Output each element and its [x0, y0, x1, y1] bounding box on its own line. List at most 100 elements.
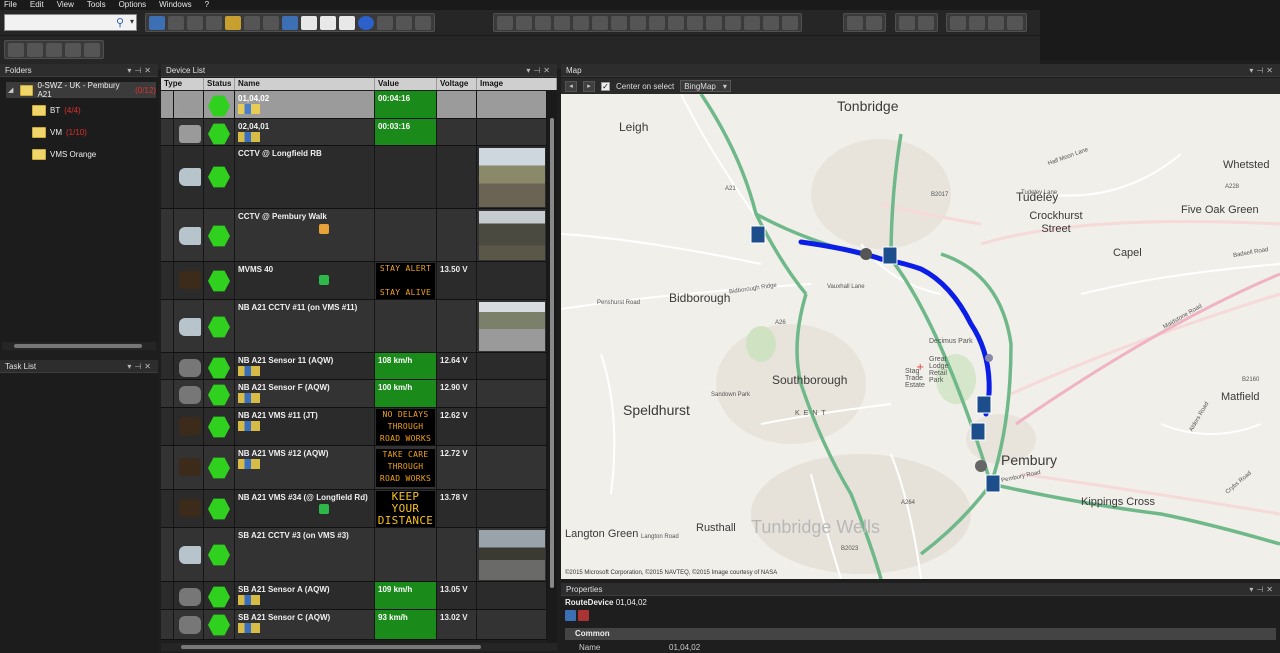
map-canvas[interactable]: + Tonbridge Leigh Tudeley Crockhurst Str…: [561, 94, 1280, 579]
search-icon[interactable]: ⚲: [116, 16, 124, 29]
misc-icon-2[interactable]: [969, 15, 985, 30]
table-row[interactable]: MVMS 40 STAY ALERT STAY ALIVE 13.50 V: [161, 262, 547, 300]
device-list-vscrollbar[interactable]: [547, 91, 557, 643]
globe-icon[interactable]: [358, 15, 374, 30]
tool-icon-2[interactable]: [27, 42, 43, 57]
report-icon-4[interactable]: [554, 15, 570, 30]
column-image[interactable]: Image: [477, 78, 557, 90]
menu-file[interactable]: File: [4, 0, 17, 10]
report-icon-10[interactable]: [668, 15, 684, 30]
folders-scrollbar[interactable]: [2, 342, 156, 350]
view-icon-2[interactable]: [866, 15, 882, 30]
report-icon-6[interactable]: [592, 15, 608, 30]
menu-windows[interactable]: Windows: [159, 0, 191, 10]
document-icon[interactable]: [320, 15, 336, 30]
gauge-icon[interactable]: [415, 15, 431, 30]
menu-options[interactable]: Options: [119, 0, 147, 10]
search-input[interactable]: [5, 15, 115, 30]
camera-snapshot[interactable]: [479, 148, 545, 207]
misc-icon-3[interactable]: [988, 15, 1004, 30]
camera-snapshot[interactable]: [479, 530, 545, 580]
property-row[interactable]: Name 01,04,02: [565, 641, 1276, 653]
camera-tool-icon[interactable]: [168, 15, 184, 30]
network-tool-icon[interactable]: [206, 15, 222, 30]
report-icon-8[interactable]: [630, 15, 646, 30]
search-box[interactable]: ⚲ ▾: [4, 14, 137, 31]
chevron-down-icon[interactable]: ▾: [130, 17, 134, 26]
camera-snapshot[interactable]: [479, 302, 545, 351]
table-row[interactable]: NB A21 Sensor F (AQW) 100 km/h 12.90 V: [161, 380, 547, 408]
table-row[interactable]: NB A21 CCTV #11 (on VMS #11): [161, 300, 547, 353]
table-row[interactable]: SB A21 Sensor C (AQW) 93 km/h 13.02 V: [161, 610, 547, 640]
device-list-hscrollbar[interactable]: [161, 643, 557, 651]
menu-edit[interactable]: Edit: [30, 0, 44, 10]
folder-item-vm[interactable]: VM (1/10): [32, 124, 87, 140]
table-row[interactable]: NB A21 Sensor 11 (AQW) 108 km/h 12.64 V: [161, 353, 547, 380]
tool-icon-4[interactable]: [65, 42, 81, 57]
table-row[interactable]: CCTV @ Longfield RB: [161, 146, 547, 209]
panel-controls-icon[interactable]: ▾⊣✕: [1249, 64, 1276, 77]
table-row[interactable]: 02,04,01 00:03:16: [161, 119, 547, 146]
table-row[interactable]: SB A21 Sensor A (AQW) 109 km/h 13.05 V: [161, 582, 547, 610]
folder-root[interactable]: ◢ 0-SWZ - UK - Pembury A21 (0/12): [6, 81, 156, 99]
table-row[interactable]: NB A21 VMS #12 (AQW) TAKE CARE THROUGH R…: [161, 446, 547, 490]
tool-icon-3[interactable]: [46, 42, 62, 57]
center-on-select-checkbox[interactable]: ✓: [601, 81, 610, 91]
tool-icon-5[interactable]: [84, 42, 100, 57]
column-name[interactable]: Name: [235, 78, 375, 90]
panel-controls-icon[interactable]: ▾⊣✕: [127, 64, 154, 77]
panel-controls-icon[interactable]: ▾⊣✕: [1249, 583, 1276, 596]
folder-item-bt[interactable]: BT (4/4): [32, 102, 81, 118]
menu-tools[interactable]: Tools: [87, 0, 106, 10]
map-provider-select[interactable]: BingMap: [680, 80, 731, 92]
clock-icon[interactable]: [301, 15, 317, 30]
report-icon-15[interactable]: [763, 15, 779, 30]
column-type[interactable]: Type: [161, 78, 204, 90]
table-row[interactable]: NB A21 VMS #11 (JT) NO DELAYS THROUGH RO…: [161, 408, 547, 446]
column-status[interactable]: Status: [204, 78, 235, 90]
view-icon-1[interactable]: [847, 15, 863, 30]
report-icon-13[interactable]: [725, 15, 741, 30]
media-icon-1[interactable]: [899, 15, 915, 30]
report-icon-1[interactable]: [497, 15, 513, 30]
report-icon-9[interactable]: [649, 15, 665, 30]
tool-icon-1[interactable]: [8, 42, 24, 57]
misc-icon-4[interactable]: [1007, 15, 1023, 30]
signal-tool-icon[interactable]: [244, 15, 260, 30]
report-icon-7[interactable]: [611, 15, 627, 30]
column-value[interactable]: Value: [375, 78, 437, 90]
sort-alpha-icon[interactable]: [578, 610, 589, 621]
menu-view[interactable]: View: [57, 0, 74, 10]
camera-snapshot[interactable]: [479, 211, 545, 260]
folder-item-vms-orange[interactable]: VMS Orange: [32, 146, 96, 162]
report-icon-3[interactable]: [535, 15, 551, 30]
report-icon-11[interactable]: [687, 15, 703, 30]
property-category[interactable]: Common: [565, 628, 1276, 640]
forward-icon[interactable]: ▸: [583, 80, 595, 92]
menu-help[interactable]: ?: [205, 0, 209, 10]
report-icon-14[interactable]: [744, 15, 760, 30]
scrollbar-thumb[interactable]: [550, 118, 554, 588]
sensor-tool-icon[interactable]: [187, 15, 203, 30]
map-device-icon[interactable]: [149, 15, 165, 30]
plugin-icon[interactable]: [377, 15, 393, 30]
report-icon-2[interactable]: [516, 15, 532, 30]
settings-tool-icon[interactable]: [396, 15, 412, 30]
python-icon[interactable]: [282, 15, 298, 30]
table-row[interactable]: NB A21 VMS #34 (@ Longfield Rd) KEEP YOU…: [161, 490, 547, 528]
collapse-icon[interactable]: ◢: [8, 86, 13, 94]
report-icon-12[interactable]: [706, 15, 722, 30]
table-row[interactable]: 01,04,02 00:04:16: [161, 91, 547, 119]
scrollbar-thumb[interactable]: [14, 344, 142, 348]
categorized-icon[interactable]: [565, 610, 576, 621]
panel-controls-icon[interactable]: ▾⊣✕: [526, 64, 553, 77]
misc-icon-1[interactable]: [950, 15, 966, 30]
table-row[interactable]: CCTV @ Pembury Walk: [161, 209, 547, 262]
grid-tool-icon[interactable]: [263, 15, 279, 30]
chart-icon[interactable]: [339, 15, 355, 30]
pin-tool-icon[interactable]: [225, 15, 241, 30]
media-icon-2[interactable]: [918, 15, 934, 30]
report-icon-16[interactable]: [782, 15, 798, 30]
column-voltage[interactable]: Voltage: [437, 78, 477, 90]
table-row[interactable]: SB A21 CCTV #3 (on VMS #3): [161, 528, 547, 582]
